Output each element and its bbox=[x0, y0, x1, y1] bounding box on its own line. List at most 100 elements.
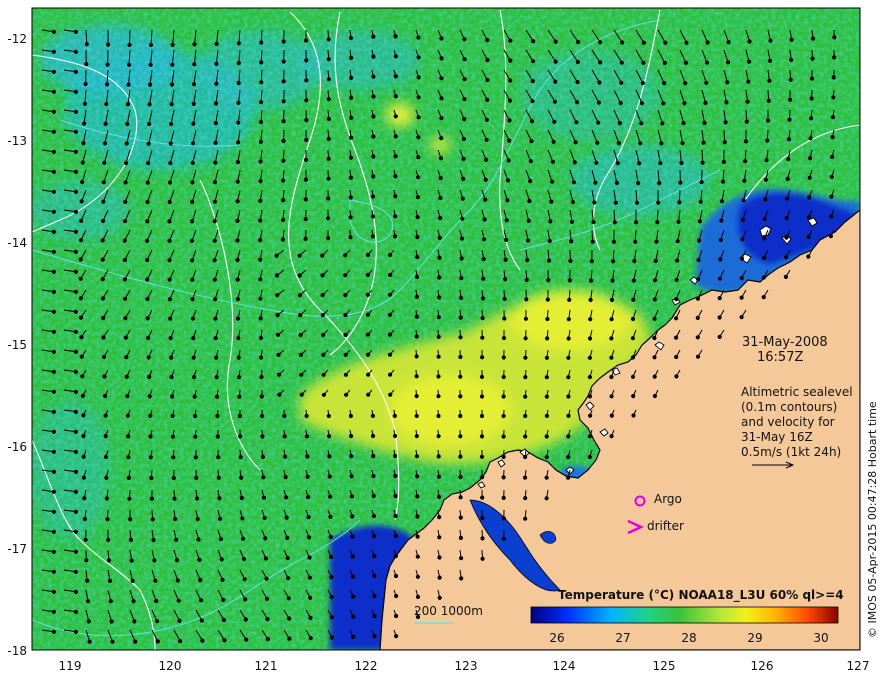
velocity-arrow-head bbox=[235, 218, 240, 223]
velocity-arrow-head bbox=[416, 95, 421, 100]
velocity-arrow-head bbox=[51, 29, 57, 34]
velocity-arrow-head bbox=[462, 37, 467, 42]
velocity-arrow-head bbox=[739, 256, 745, 261]
velocity-arrow-head bbox=[299, 372, 304, 377]
velocity-arrow-head bbox=[439, 36, 444, 41]
velocity-arrow-head bbox=[436, 474, 441, 479]
velocity-arrow-head bbox=[214, 61, 219, 67]
velocity-arrow-head bbox=[170, 394, 175, 399]
velocity-arrow-head bbox=[785, 176, 790, 181]
lat-tick-label: -17 bbox=[7, 542, 27, 556]
velocity-arrow-head bbox=[128, 537, 133, 543]
velocity-arrow-head bbox=[609, 317, 614, 322]
velocity-arrow-head bbox=[274, 253, 279, 258]
velocity-arrow-head bbox=[641, 40, 646, 45]
velocity-arrow-head bbox=[674, 277, 679, 282]
velocity-arrow-head bbox=[609, 394, 614, 399]
velocity-arrow-head bbox=[51, 269, 57, 274]
velocity-arrow-head bbox=[259, 40, 264, 45]
velocity-arrow-head bbox=[526, 218, 531, 223]
velocity-arrow-head bbox=[285, 555, 290, 561]
velocity-arrow-head bbox=[719, 218, 724, 223]
velocity-arrow-head bbox=[416, 75, 421, 80]
velocity-arrow-head bbox=[810, 76, 815, 81]
velocity-arrow-head bbox=[544, 375, 549, 380]
velocity-arrow-head bbox=[275, 313, 280, 318]
velocity-arrow-head bbox=[102, 141, 108, 146]
velocity-arrow-head bbox=[79, 354, 84, 359]
velocity-arrow-head bbox=[459, 556, 464, 561]
velocity-arrow-head bbox=[482, 237, 487, 242]
velocity-arrow-head bbox=[641, 60, 646, 66]
velocity-arrow-head bbox=[154, 598, 159, 604]
velocity-arrow-head bbox=[326, 77, 331, 82]
info-line: 0.5m/s (1kt 24h) bbox=[741, 445, 841, 459]
velocity-arrow-head bbox=[504, 237, 509, 242]
velocity-arrow-head bbox=[122, 219, 128, 224]
velocity-arrow-head bbox=[298, 313, 303, 318]
velocity-arrow-head bbox=[683, 81, 688, 86]
velocity-arrow-head bbox=[167, 199, 172, 205]
velocity-arrow-head bbox=[784, 235, 789, 240]
velocity-arrow-head bbox=[147, 394, 152, 399]
velocity-arrow-head bbox=[214, 355, 219, 360]
velocity-arrow-head bbox=[281, 79, 286, 84]
velocity-arrow-head bbox=[414, 334, 419, 339]
velocity-arrow-head bbox=[388, 252, 393, 258]
velocity-arrow-head bbox=[258, 335, 263, 341]
velocity-arrow-head bbox=[501, 434, 506, 439]
velocity-arrow-head bbox=[106, 537, 111, 543]
velocity-arrow-head bbox=[84, 62, 89, 67]
velocity-arrow-head bbox=[530, 59, 536, 64]
velocity-arrow-head bbox=[85, 599, 91, 604]
velocity-arrow-head bbox=[437, 575, 442, 580]
velocity-arrow-head bbox=[326, 216, 331, 221]
velocity-arrow-head bbox=[284, 515, 289, 520]
velocity-arrow-head bbox=[724, 100, 729, 105]
velocity-arrow-head bbox=[681, 121, 686, 126]
velocity-arrow-head bbox=[458, 295, 464, 300]
velocity-arrow-head bbox=[656, 200, 661, 205]
colorbar-title: Temperature (°C) NOAA18_L3U 60% ql>=4 bbox=[558, 588, 844, 603]
velocity-arrow-head bbox=[147, 102, 152, 107]
velocity-arrow-head bbox=[128, 517, 133, 522]
velocity-arrow-head bbox=[258, 198, 263, 203]
velocity-arrow-head bbox=[85, 578, 90, 583]
velocity-arrow-head bbox=[145, 277, 150, 282]
velocity-arrow-head bbox=[51, 309, 57, 314]
velocity-arrow-head bbox=[258, 139, 263, 144]
velocity-arrow-head bbox=[613, 200, 618, 205]
velocity-arrow-head bbox=[393, 573, 399, 579]
velocity-arrow-head bbox=[258, 119, 264, 125]
velocity-arrow-head bbox=[73, 209, 79, 214]
velocity-arrow-head bbox=[321, 372, 326, 377]
velocity-arrow-head bbox=[100, 257, 105, 262]
velocity-arrow-head bbox=[699, 180, 704, 185]
velocity-arrow-head bbox=[127, 496, 132, 501]
velocity-arrow-head bbox=[194, 496, 200, 501]
velocity-arrow-head bbox=[212, 180, 218, 185]
velocity-arrow-head bbox=[131, 599, 136, 604]
velocity-arrow-head bbox=[149, 496, 154, 501]
velocity-arrow-head bbox=[810, 56, 815, 61]
velocity-arrow-head bbox=[460, 196, 465, 201]
velocity-arrow-head bbox=[146, 141, 151, 146]
velocity-arrow-head bbox=[348, 35, 354, 41]
velocity-arrow-head bbox=[523, 413, 528, 419]
velocity-arrow-head bbox=[436, 374, 441, 379]
velocity-arrow-head bbox=[615, 161, 620, 166]
velocity-arrow-head bbox=[588, 297, 593, 302]
velocity-arrow-head bbox=[193, 455, 198, 460]
velocity-arrow-head bbox=[619, 80, 624, 85]
velocity-arrow-head bbox=[170, 62, 175, 67]
velocity-arrow-head bbox=[458, 454, 463, 459]
velocity-arrow-head bbox=[506, 158, 511, 163]
velocity-arrow-head bbox=[597, 60, 603, 65]
velocity-arrow-head bbox=[659, 141, 664, 146]
velocity-arrow-head bbox=[679, 160, 684, 166]
velocity-arrow-head bbox=[745, 99, 750, 104]
velocity-arrow-head bbox=[277, 392, 282, 397]
velocity-arrow-head bbox=[393, 473, 398, 479]
velocity-arrow-head bbox=[458, 535, 463, 541]
velocity-arrow-head bbox=[237, 394, 242, 399]
